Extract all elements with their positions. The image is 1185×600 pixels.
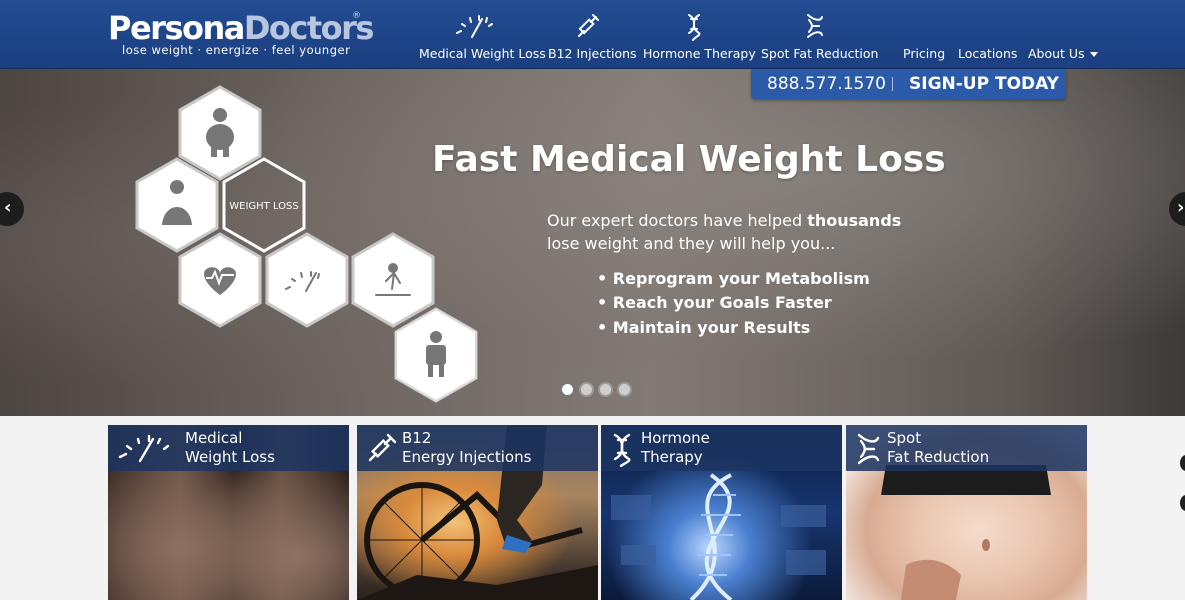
hex-weight-loss-label: WEIGHT LOSS <box>229 201 299 212</box>
nav-label: Medical Weight Loss <box>419 46 546 61</box>
logo-text-persona: Persona <box>108 9 245 47</box>
nav-spot-fat-reduction[interactable]: Spot Fat Reduction <box>761 0 878 69</box>
cta-bar: 888.577.1570 SIGN-UP TODAY <box>751 69 1066 99</box>
card-spot-fat-reduction[interactable]: Spot Fat Reduction <box>846 425 1087 600</box>
card-title-bar: Spot Fat Reduction <box>846 425 1087 471</box>
nav-about-us[interactable]: About Us <box>1028 0 1098 69</box>
logo-wordmark: PersonaDoctors <box>108 9 374 47</box>
nav-hormone-therapy[interactable]: Hormone Therapy <box>643 0 756 69</box>
card-title-line2: Weight Loss <box>185 448 275 466</box>
nav-label: About Us <box>1028 46 1085 61</box>
card-title-bar: Hormone Therapy <box>601 425 842 471</box>
nav-label: Locations <box>958 46 1018 61</box>
dna-icon <box>613 433 631 467</box>
hero-sub-text: Our expert doctors have helped <box>547 211 808 230</box>
gauge-icon <box>456 15 493 38</box>
card-hormone-therapy[interactable]: Hormone Therapy <box>601 425 842 600</box>
hero-carousel: WEIGHT LOSS Fast Medical Weight Loss Our… <box>0 69 1185 416</box>
caret-down-icon <box>1089 52 1098 57</box>
carousel-dot[interactable] <box>598 382 613 397</box>
card-title-line1: Medical <box>185 429 243 447</box>
syringe-icon <box>578 14 599 37</box>
carousel-dot[interactable] <box>560 382 575 397</box>
card-b12-energy-injections[interactable]: B12 Energy Injections <box>357 425 598 600</box>
chevron-left-icon: ‹ <box>4 197 12 218</box>
hero-title: Fast Medical Weight Loss <box>432 139 946 180</box>
nav-label: Hormone Therapy <box>643 46 756 61</box>
logo-tagline: lose weight · energize · feel younger <box>122 43 351 57</box>
cta-divider <box>892 77 893 91</box>
hero-subtitle-line2: lose weight and they will help you... <box>547 234 836 253</box>
hero-sub-bold: thousands <box>807 211 902 230</box>
card-medical-weight-loss[interactable]: Medical Weight Loss <box>108 425 349 600</box>
nav-locations[interactable]: Locations <box>958 0 1018 69</box>
gauge-icon <box>118 434 170 463</box>
card-title-line2: Fat Reduction <box>887 448 990 466</box>
card-title-line1: B12 <box>402 429 432 447</box>
hero-subtitle-line1: Our expert doctors have helped thousands <box>547 211 901 230</box>
phone-link[interactable]: 888.577.1570 <box>767 74 886 94</box>
logo[interactable]: PersonaDoctors ® lose weight · energize … <box>108 9 374 61</box>
side-scroll-indicator[interactable] <box>1180 495 1185 511</box>
carousel-dot[interactable] <box>617 382 632 397</box>
nav-label: Spot Fat Reduction <box>761 46 879 61</box>
nav-pricing[interactable]: Pricing <box>903 0 945 69</box>
site-header: PersonaDoctors ® lose weight · energize … <box>0 0 1185 69</box>
dna-icon <box>688 14 701 41</box>
card-title-line1: Hormone <box>641 429 710 447</box>
nav-label: B12 Injections <box>548 46 637 61</box>
hero-bullet: • Reach your Goals Faster <box>597 293 832 312</box>
syringe-icon <box>368 433 397 462</box>
hero-bullet: • Reprogram your Metabolism <box>597 269 870 288</box>
nav-about-wrap: About Us <box>1028 46 1098 61</box>
hexagon-graphic: WEIGHT LOSS <box>135 85 478 403</box>
hero-bullet: • Maintain your Results <box>597 318 811 337</box>
nav-label: Pricing <box>903 46 946 61</box>
carousel-next-button[interactable]: › <box>1169 192 1185 226</box>
card-title-line2: Therapy <box>641 448 703 466</box>
nav-medical-weight-loss[interactable]: Medical Weight Loss <box>419 0 546 69</box>
nav-b12-injections[interactable]: B12 Injections <box>548 0 637 69</box>
spot-icon <box>807 14 823 38</box>
chevron-right-icon: › <box>1177 197 1185 218</box>
spot-icon <box>857 433 880 465</box>
card-title-bar: B12 Energy Injections <box>357 425 598 471</box>
signup-button[interactable]: SIGN-UP TODAY <box>909 74 1059 94</box>
side-scroll-indicator[interactable] <box>1180 455 1185 471</box>
registered-mark: ® <box>352 11 361 21</box>
card-title-line1: Spot <box>887 429 922 447</box>
carousel-dot[interactable] <box>579 382 594 397</box>
card-title-line2: Energy Injections <box>402 448 532 466</box>
card-title-bar: Medical Weight Loss <box>108 425 349 471</box>
